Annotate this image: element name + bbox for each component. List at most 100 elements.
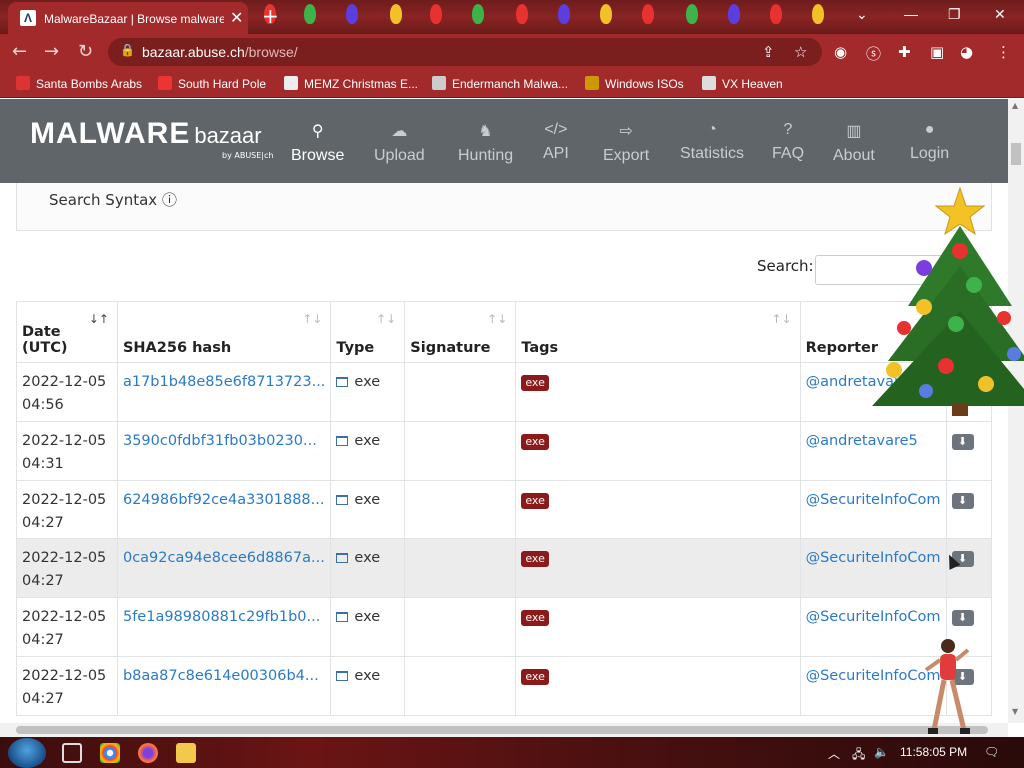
table-row[interactable]: 2022-12-05 04:27 5fe1a98980881c29fb1b0...… <box>16 597 993 657</box>
tab-search-chevron-icon[interactable]: ⌄ <box>856 6 868 23</box>
reporter-link[interactable]: @andretavare5 <box>806 433 918 449</box>
notifications-icon[interactable]: 🗨 <box>984 745 999 759</box>
nav-about[interactable]: ▥ About <box>833 121 875 165</box>
nav-faq[interactable]: ? FAQ <box>772 121 804 163</box>
firefox-taskbar-icon[interactable] <box>138 743 158 763</box>
url-text: bazaar.abuse.ch/browse/ <box>142 44 298 60</box>
nav-api[interactable]: </> API <box>543 121 569 163</box>
table-row-hovered[interactable]: 2022-12-05 04:27 0ca92ca94e8cee6d8867a...… <box>16 538 993 599</box>
col-hash-header[interactable]: SHA256 hash ↑↓ <box>116 301 332 363</box>
col-date-header[interactable]: Date (UTC) ↓↑ <box>16 301 118 363</box>
extensions-puzzle-icon[interactable]: ✚ <box>898 43 911 61</box>
reload-icon[interactable]: ↻ <box>78 41 93 62</box>
table-row[interactable]: 2022-12-05 04:31 3590c0fdbf31fb03b0230...… <box>16 420 993 481</box>
tag-badge[interactable]: exe <box>521 492 549 509</box>
search-syntax-label[interactable]: Search Syntax ⓘ <box>49 189 177 210</box>
col-signature-header[interactable]: Signature ↑↓ <box>404 301 517 363</box>
bookmark-star-icon[interactable]: ☆ <box>794 43 807 61</box>
col-type-header[interactable]: Type ↑↓ <box>330 301 406 363</box>
task-view-icon[interactable] <box>62 743 82 763</box>
download-cloud-icon[interactable]: ⬇ <box>951 610 974 627</box>
nav-browse[interactable]: ⚲ Browse <box>291 121 344 165</box>
table-row[interactable]: 2022-12-05 04:27 b8aa87c8e614e00306b4... … <box>16 655 993 716</box>
nav-statistics[interactable]: ◔ Statistics <box>680 121 744 163</box>
hash-link[interactable]: b8aa87c8e614e00306b4... <box>123 668 319 684</box>
tag-badge[interactable]: exe <box>521 610 549 627</box>
restore-icon[interactable]: ❐ <box>948 6 961 23</box>
side-panel-icon[interactable]: ▣ <box>930 43 944 61</box>
hash-link[interactable]: 0ca92ca94e8cee6d8867a... <box>123 550 325 566</box>
bookmark-item[interactable]: MEMZ Christmas E... <box>284 76 418 91</box>
sort-desc-icon[interactable]: ↓↑ <box>89 312 109 326</box>
cell-signature <box>404 420 517 481</box>
upload-cloud-icon: ☁ <box>391 123 408 140</box>
extension-flag-icon[interactable]: ◉ <box>834 43 847 61</box>
table-row[interactable]: 2022-12-05 04:27 624986bf92ce4a3301888...… <box>16 479 993 540</box>
tag-badge[interactable]: exe <box>521 433 549 450</box>
profile-avatar-icon[interactable]: ◕ <box>960 43 973 61</box>
sort-icon[interactable]: ↑↓ <box>302 312 322 326</box>
table-row[interactable]: 2022-12-05 04:56 a17b1b48e85e6f8713723...… <box>16 362 993 422</box>
tag-badge[interactable]: exe <box>521 551 549 568</box>
help-circle-icon[interactable]: ⓘ <box>162 191 177 209</box>
reporter-link[interactable]: @SecuriteInfoCom <box>806 609 941 625</box>
tray-chevron-up-icon[interactable]: ︿ <box>828 745 840 762</box>
reporter-link[interactable]: @SecuriteInfoCom <box>806 550 941 566</box>
back-icon[interactable]: ← <box>12 41 27 62</box>
nav-login[interactable]: ● Login <box>910 121 949 163</box>
bookmark-item[interactable]: VX Heaven <box>702 76 783 91</box>
col-tags-header[interactable]: Tags ↑↓ <box>515 301 801 363</box>
site-logo[interactable]: MALWARE bazaar by ABUSE|ch <box>30 117 273 160</box>
minimize-icon[interactable]: — <box>904 6 918 22</box>
nav-hunting[interactable]: ♞ Hunting <box>458 121 513 165</box>
download-cloud-icon[interactable]: ⬇ <box>951 433 974 450</box>
volume-icon[interactable]: 🔈 <box>874 745 889 759</box>
nav-upload[interactable]: ☁ Upload <box>374 121 425 165</box>
extension-s-icon[interactable]: ⓢ <box>866 43 881 64</box>
bookmark-item[interactable]: Santa Bombs Arabs <box>16 76 142 91</box>
hash-link[interactable]: 3590c0fdbf31fb03b0230... <box>123 433 317 449</box>
bookmark-item[interactable]: South Hard Pole <box>158 76 266 91</box>
share-icon[interactable]: ⇪ <box>762 43 775 61</box>
sort-icon[interactable]: ↑↓ <box>376 312 396 326</box>
cell-date: 2022-12-05 04:56 <box>16 362 118 422</box>
nav-export[interactable]: ⇨ Export <box>603 121 649 165</box>
tab-close-icon[interactable]: ✕ <box>230 8 243 28</box>
download-cloud-icon[interactable]: ⬇ <box>951 492 974 509</box>
network-icon[interactable]: 🖧 <box>852 745 865 766</box>
cell-reporter: @SecuriteInfoCom <box>799 479 947 540</box>
bookmark-item[interactable]: Windows ISOs <box>585 76 684 91</box>
file-explorer-taskbar-icon[interactable] <box>176 743 196 763</box>
cell-signature <box>404 362 517 422</box>
hash-link[interactable]: a17b1b48e85e6f8713723... <box>123 374 325 390</box>
chrome-taskbar-icon[interactable] <box>100 743 120 763</box>
cell-signature <box>404 479 517 540</box>
tag-badge[interactable]: exe <box>521 668 549 685</box>
close-window-icon[interactable]: ✕ <box>994 6 1006 23</box>
address-bar[interactable]: 🔒 bazaar.abuse.ch/browse/ <box>108 38 822 66</box>
sort-icon[interactable]: ↑↓ <box>487 312 507 326</box>
hash-link[interactable]: 5fe1a98980881c29fb1b0... <box>123 609 320 625</box>
cell-type: exe <box>330 655 406 716</box>
reporter-link[interactable]: @SecuriteInfoCom <box>806 492 941 508</box>
scrollbar-thumb[interactable] <box>1011 143 1021 165</box>
bookmark-item[interactable]: Endermanch Malwa... <box>432 76 568 91</box>
scrollbar-thumb[interactable] <box>16 726 988 734</box>
cell-signature <box>404 538 517 599</box>
lock-icon[interactable]: 🔒 <box>120 43 135 57</box>
new-tab-icon[interactable]: + <box>262 4 279 28</box>
forward-icon[interactable]: → <box>44 41 59 62</box>
scroll-down-icon[interactable]: ▼ <box>1012 707 1018 716</box>
sort-icon[interactable]: ↑↓ <box>771 312 791 326</box>
taskbar-clock[interactable]: 11:58:05 PM <box>900 745 967 759</box>
dancing-figure-decoration <box>924 639 970 734</box>
scroll-up-icon[interactable]: ▲ <box>1012 101 1018 110</box>
search-syntax-panel[interactable]: Search Syntax ⓘ <box>16 183 992 231</box>
browser-tab-active[interactable]: Λ MalwareBazaar | Browse malware ✕ <box>8 2 248 34</box>
start-button-icon[interactable] <box>8 738 46 768</box>
hash-link[interactable]: 624986bf92ce4a3301888... <box>123 492 325 508</box>
tag-badge[interactable]: exe <box>521 375 549 391</box>
horizontal-scrollbar[interactable] <box>0 723 1008 737</box>
menu-kebab-icon[interactable]: ⋮ <box>996 43 1011 61</box>
christmas-lights-decoration <box>250 0 840 34</box>
